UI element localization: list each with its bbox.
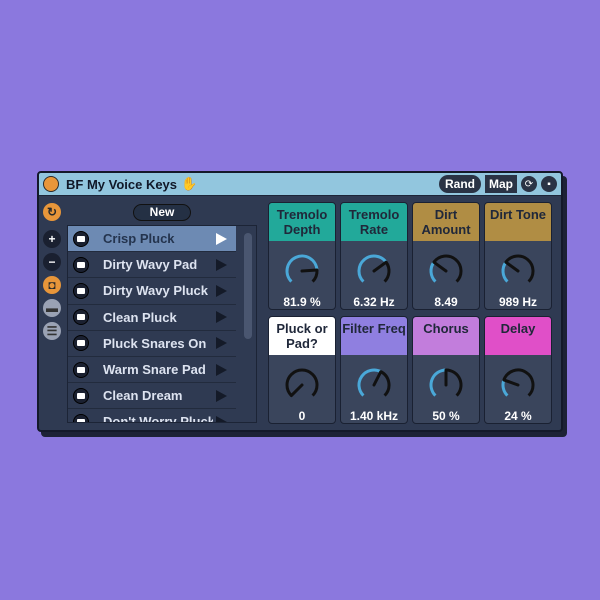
preset-name: Clean Pluck	[103, 309, 177, 325]
camera-icon[interactable]	[73, 230, 89, 247]
play-icon[interactable]	[216, 389, 227, 402]
add-icon[interactable]: +	[43, 230, 61, 248]
macro-value: 6.32 Hz	[353, 295, 395, 309]
play-icon[interactable]	[216, 415, 227, 422]
knob[interactable]	[496, 249, 540, 293]
macro-value: 8.49	[434, 295, 458, 309]
macro-value: 989 Hz	[498, 295, 538, 309]
preset-name: Don't Worry Pluck	[103, 414, 213, 423]
list-icon[interactable]: ☰	[43, 322, 61, 340]
macro-knob-panel: Tremolo Depth 81.9 %	[268, 202, 336, 310]
preset-name: Crisp Pluck	[103, 231, 175, 247]
preset-row[interactable]: Pluck Snares On	[68, 331, 236, 357]
preset-row[interactable]: Dirty Wavy Pluck	[68, 278, 236, 305]
knob[interactable]	[424, 363, 468, 407]
play-icon[interactable]	[216, 258, 227, 271]
macro-label: Delay	[485, 317, 551, 355]
macro-label: Filter Freq	[341, 317, 407, 355]
play-icon[interactable]	[216, 284, 227, 297]
play-icon[interactable]	[216, 363, 227, 376]
macro-label: Chorus	[413, 317, 479, 355]
rand-button[interactable]: Rand	[439, 175, 481, 193]
variation-icon[interactable]: ↻	[43, 203, 61, 221]
knob[interactable]	[352, 363, 396, 407]
knob[interactable]	[424, 249, 468, 293]
macro-knob-panel: Dirt Amount 8.49	[412, 202, 480, 310]
macro-value: 1.40 kHz	[349, 409, 399, 423]
title-bar: BF My Voice Keys ✋ Rand Map ⟳ ▪	[39, 173, 561, 196]
knob[interactable]	[280, 249, 324, 293]
preset-row[interactable]: Clean Dream	[68, 383, 236, 410]
preset-row[interactable]: Clean Pluck	[68, 305, 236, 331]
preset-row[interactable]: Don't Worry Pluck	[68, 409, 236, 423]
macro-value: 24 %	[504, 409, 532, 423]
preset-name: Dirty Wavy Pluck	[103, 283, 209, 299]
device-power-toggle[interactable]	[43, 176, 59, 192]
macro-grid: Tremolo Depth 81.9 % Tremolo Rate 6.32 Hz…	[268, 202, 552, 424]
play-icon[interactable]	[216, 232, 227, 245]
remove-icon[interactable]: −	[43, 253, 61, 271]
scrollbar[interactable]	[244, 233, 252, 339]
camera-icon[interactable]	[73, 335, 89, 352]
map-button[interactable]: Map	[485, 175, 517, 193]
camera-icon[interactable]	[73, 361, 89, 378]
macro-knob-panel: Delay 24 %	[484, 316, 552, 424]
play-icon[interactable]	[216, 311, 227, 324]
macro-knob-panel: Dirt Tone 989 Hz	[484, 202, 552, 310]
camera-icon[interactable]	[73, 413, 89, 422]
refresh-icon[interactable]: ⟳	[521, 176, 537, 192]
preset-list: Crisp Pluck Dirty Wavy Pad Dirty Wavy Pluc…	[67, 225, 257, 423]
new-preset-button[interactable]: New	[133, 204, 191, 221]
preset-name: Clean Dream	[103, 388, 183, 404]
knob[interactable]	[496, 363, 540, 407]
macro-knob-panel: Filter Freq 1.40 kHz	[340, 316, 408, 424]
preset-name: Dirty Wavy Pad	[103, 257, 198, 273]
macro-label: Dirt Amount	[413, 203, 479, 241]
preset-row[interactable]: Dirty Wavy Pad	[68, 252, 236, 279]
camera-icon[interactable]: ◘	[43, 276, 61, 294]
camera-icon[interactable]	[73, 282, 89, 299]
preset-row[interactable]: Warm Snare Pad	[68, 357, 236, 384]
device-window: BF My Voice Keys ✋ Rand Map ⟳ ▪ ↻ + − ◘ …	[37, 171, 563, 432]
macro-knob-panel: Chorus 50 %	[412, 316, 480, 424]
camera-icon[interactable]	[73, 309, 89, 326]
camera-icon[interactable]	[73, 256, 89, 273]
macro-knob-panel: Tremolo Rate 6.32 Hz	[340, 202, 408, 310]
macro-label: Tremolo Rate	[341, 203, 407, 241]
camera-icon[interactable]	[73, 387, 89, 404]
macro-label: Dirt Tone	[485, 203, 551, 241]
knob[interactable]	[352, 249, 396, 293]
preset-name: Pluck Snares On	[103, 335, 207, 351]
hand-icon: ✋	[181, 176, 198, 191]
preset-row[interactable]: Crisp Pluck	[68, 226, 236, 253]
play-icon[interactable]	[216, 337, 227, 350]
macro-knob-panel: Pluck or Pad? 0	[268, 316, 336, 424]
preset-name: Warm Snare Pad	[103, 362, 206, 378]
macro-value: 50 %	[432, 409, 460, 423]
macro-label: Tremolo Depth	[269, 203, 335, 241]
device-title: BF My Voice Keys	[66, 176, 178, 192]
macro-value: 81.9 %	[283, 295, 321, 309]
save-icon[interactable]: ▪	[541, 176, 557, 192]
macro-label: Pluck or Pad?	[269, 317, 335, 355]
macro-value: 0	[298, 409, 306, 423]
knob[interactable]	[280, 363, 324, 407]
collapse-icon[interactable]: ▬	[43, 299, 61, 317]
